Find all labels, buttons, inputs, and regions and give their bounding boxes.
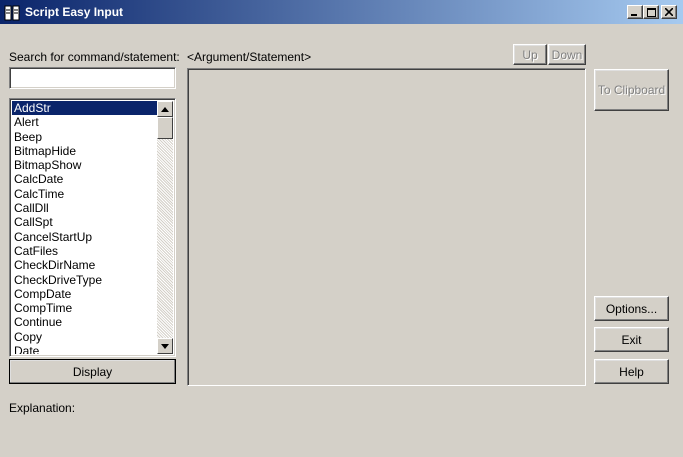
help-button[interactable]: Help — [594, 359, 669, 384]
exit-button[interactable]: Exit — [594, 327, 669, 352]
list-item[interactable]: CancelStartUp — [12, 230, 157, 244]
scroll-up-button[interactable] — [157, 101, 173, 117]
list-item[interactable]: CompTime — [12, 301, 157, 315]
minimize-icon — [631, 14, 637, 16]
to-clipboard-button[interactable]: To Clipboard — [594, 69, 669, 111]
minimize-button[interactable] — [627, 5, 643, 19]
scroll-thumb[interactable] — [157, 117, 173, 139]
list-item[interactable]: Date — [12, 344, 157, 354]
list-item[interactable]: Copy — [12, 330, 157, 344]
list-item[interactable]: BitmapHide — [12, 144, 157, 158]
down-button[interactable]: Down — [548, 44, 586, 65]
list-item[interactable]: CalcDate — [12, 172, 157, 186]
argument-label: <Argument/Statement> — [187, 50, 312, 64]
title-bar[interactable]: Script Easy Input — [0, 0, 683, 25]
list-item[interactable]: BitmapShow — [12, 158, 157, 172]
list-item[interactable]: CompDate — [12, 287, 157, 301]
list-item[interactable]: Beep — [12, 130, 157, 144]
list-item[interactable]: CatFiles — [12, 244, 157, 258]
options-button[interactable]: Options... — [594, 296, 669, 321]
scroll-down-button[interactable] — [157, 338, 173, 354]
list-item[interactable]: Alert — [12, 115, 157, 129]
list-item[interactable]: CalcTime — [12, 187, 157, 201]
search-input[interactable] — [9, 67, 176, 89]
list-item[interactable]: CallSpt — [12, 215, 157, 229]
list-item[interactable]: CheckDirName — [12, 258, 157, 272]
close-icon — [665, 8, 673, 16]
maximize-icon — [646, 7, 656, 17]
window-title: Script Easy Input — [25, 5, 124, 19]
command-list-items[interactable]: AddStr Alert Beep BitmapHide BitmapShow CalcD… — [12, 101, 157, 354]
command-list[interactable]: AddStr Alert Beep BitmapHide BitmapShow CalcD… — [9, 98, 176, 357]
close-button[interactable] — [661, 5, 677, 19]
up-button[interactable]: Up — [513, 44, 547, 65]
arrow-up-icon — [161, 106, 169, 112]
list-item[interactable]: CheckDriveType — [12, 273, 157, 287]
argument-panel[interactable] — [187, 68, 586, 386]
list-item[interactable]: AddStr — [12, 101, 157, 116]
explanation-label: Explanation: — [9, 401, 76, 415]
display-button[interactable]: Display — [9, 359, 176, 384]
app-icon[interactable] — [4, 5, 20, 21]
maximize-button[interactable] — [643, 5, 659, 19]
arrow-down-icon — [161, 343, 169, 349]
list-scrollbar[interactable] — [157, 101, 173, 354]
list-item[interactable]: CallDll — [12, 201, 157, 215]
search-label: Search for command/statement: — [9, 50, 180, 64]
list-item[interactable]: Continue — [12, 315, 157, 329]
